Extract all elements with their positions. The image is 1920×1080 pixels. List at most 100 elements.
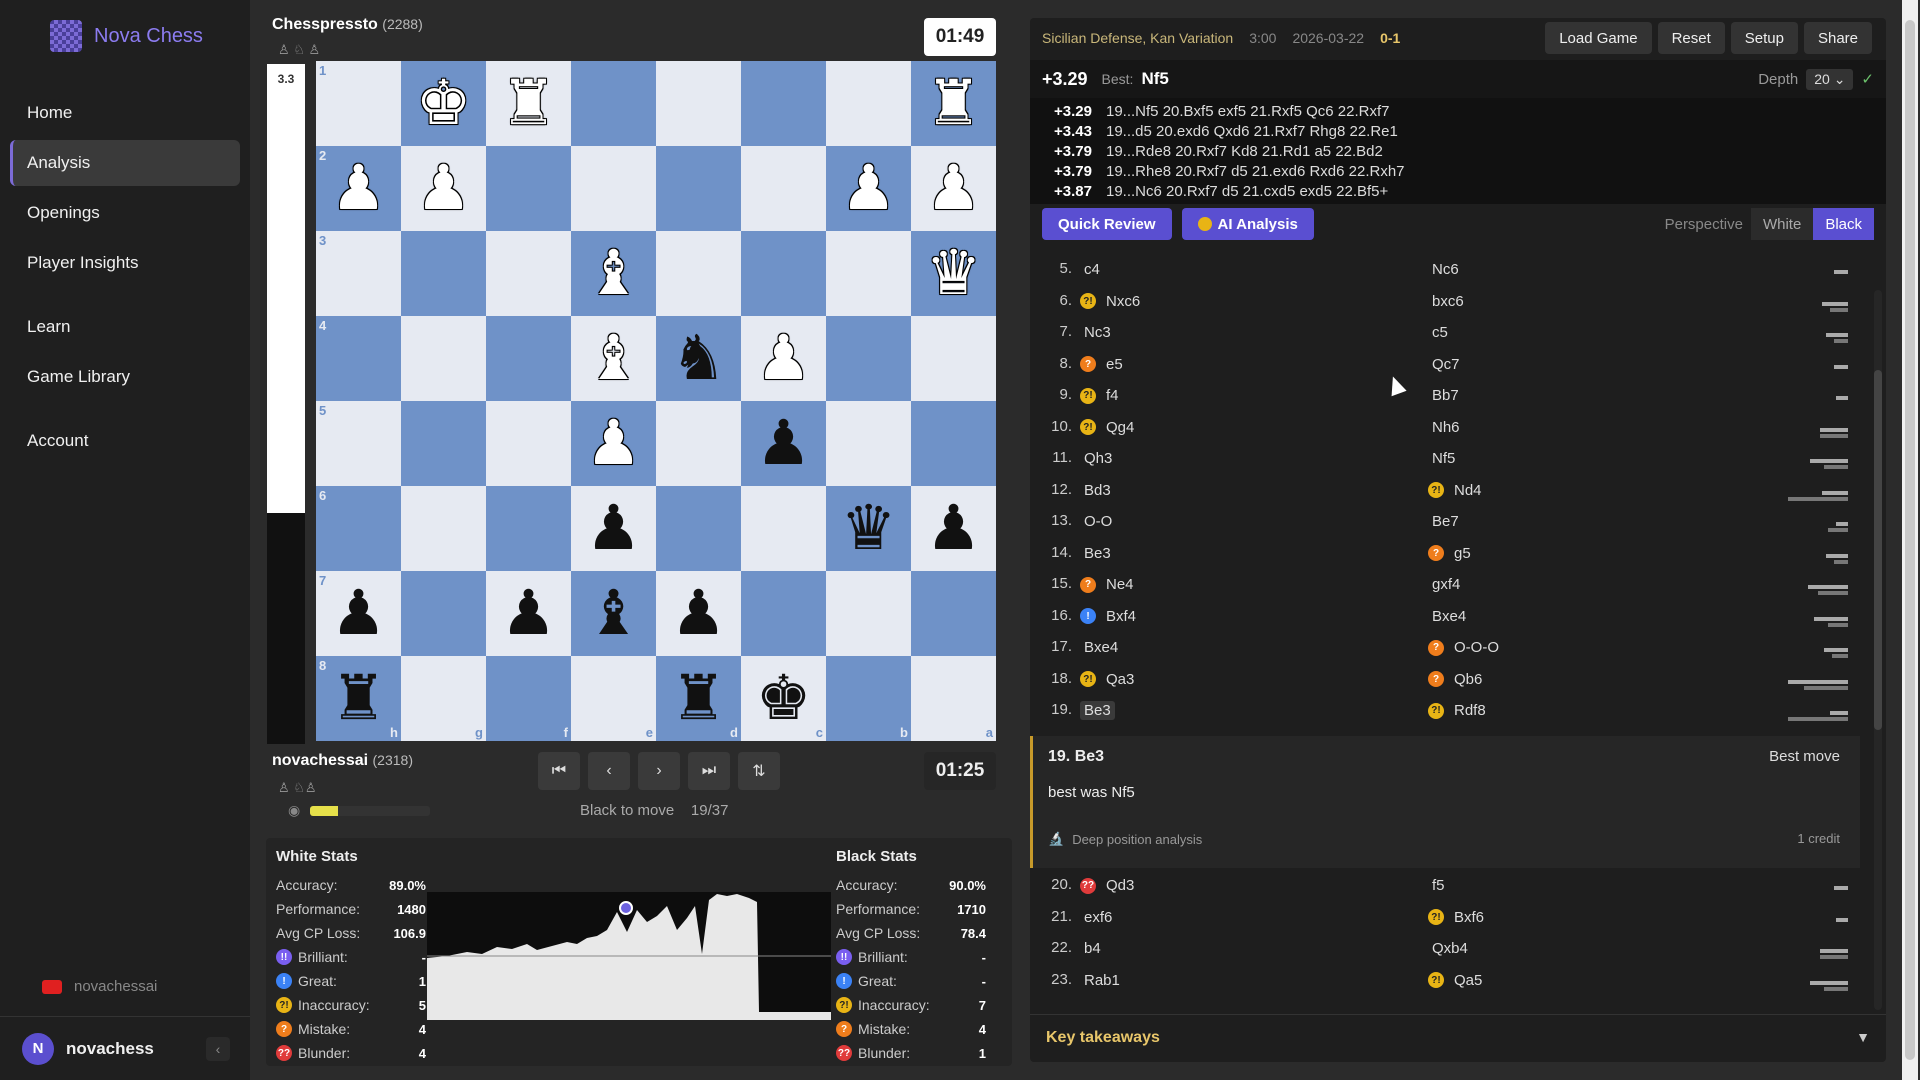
first-move-button[interactable]: ⏮ bbox=[538, 752, 580, 790]
white-move[interactable]: Be3 bbox=[1080, 701, 1115, 720]
black-pawn-piece[interactable]: ♟ bbox=[331, 582, 387, 645]
board-square[interactable] bbox=[486, 401, 571, 486]
white-move[interactable]: Nc3 bbox=[1080, 323, 1115, 342]
board-square[interactable] bbox=[571, 61, 656, 146]
ai-analysis-button[interactable]: AI Analysis bbox=[1181, 208, 1314, 240]
black-pawn-piece[interactable]: ♟ bbox=[671, 582, 727, 645]
board-square[interactable] bbox=[401, 486, 486, 571]
board-square[interactable]: ♟ bbox=[911, 486, 996, 571]
white-bishop-piece[interactable]: ♝ bbox=[586, 242, 642, 305]
board-square[interactable]: 7 ♟ bbox=[316, 571, 401, 656]
white-move[interactable]: O-O bbox=[1080, 512, 1116, 531]
depth-select[interactable]: 20 ⌄ bbox=[1806, 68, 1854, 90]
sidebar-item-home[interactable]: Home bbox=[10, 90, 240, 136]
white-move[interactable]: ?? Qd3 bbox=[1080, 876, 1138, 895]
board-square[interactable] bbox=[911, 571, 996, 656]
white-move[interactable]: ? e5 bbox=[1080, 355, 1127, 374]
board-square[interactable]: ♟ bbox=[486, 571, 571, 656]
white-move[interactable]: c4 bbox=[1080, 260, 1104, 279]
white-rook-piece[interactable]: ♜ bbox=[501, 72, 557, 135]
youtube-channel-link[interactable]: novachessai bbox=[42, 978, 157, 995]
white-move[interactable]: ?! Qg4 bbox=[1080, 418, 1138, 437]
black-move[interactable]: Bxe4 bbox=[1428, 607, 1470, 626]
white-bishop-piece[interactable]: ♝ bbox=[586, 327, 642, 390]
board-square[interactable]: ♟ bbox=[571, 486, 656, 571]
black-knight-piece[interactable]: ♞ bbox=[671, 327, 727, 390]
eval-graph[interactable] bbox=[427, 892, 831, 1020]
sidebar-item-openings[interactable]: Openings bbox=[10, 190, 240, 236]
black-move[interactable]: c5 bbox=[1428, 323, 1452, 342]
white-move[interactable]: ?! Nxc6 bbox=[1080, 292, 1144, 311]
chess-board[interactable]: 1 ♚ ♜ ♜ 2 ♟ ♟ ♟ ♟ 3 ♝ ♛ 4 ♝ ♞ ♟ 5 ♟ ♟ 6 ♟ ♛ ♟ 7 ♟ ♟ ♝ ♟ 8 h ♜ g f e d ♜ c ♚ b a bbox=[316, 61, 996, 741]
black-move[interactable]: Bb7 bbox=[1428, 386, 1463, 405]
brand-logo[interactable]: Nova Chess bbox=[50, 20, 203, 52]
share-button[interactable]: Share bbox=[1803, 22, 1872, 54]
board-square[interactable] bbox=[656, 486, 741, 571]
sidebar-item-analysis[interactable]: Analysis bbox=[10, 140, 240, 186]
black-move[interactable]: Qxb4 bbox=[1428, 939, 1472, 958]
black-move[interactable]: Nf5 bbox=[1428, 449, 1459, 468]
board-square[interactable]: ♞ bbox=[656, 316, 741, 401]
white-move[interactable]: exf6 bbox=[1080, 908, 1116, 927]
white-pawn-piece[interactable]: ♟ bbox=[841, 157, 897, 220]
white-move[interactable]: Rab1 bbox=[1080, 971, 1124, 990]
board-square[interactable] bbox=[741, 146, 826, 231]
white-pawn-piece[interactable]: ♟ bbox=[416, 157, 472, 220]
board-square[interactable]: ♟ bbox=[656, 571, 741, 656]
white-king-piece[interactable]: ♚ bbox=[416, 72, 472, 135]
board-square[interactable]: 3 bbox=[316, 231, 401, 316]
last-move-button[interactable]: ⏭ bbox=[688, 752, 730, 790]
white-move[interactable]: ? Ne4 bbox=[1080, 575, 1138, 594]
board-square[interactable]: f bbox=[486, 656, 571, 741]
engine-line[interactable]: +3.79 19...Rhe8 20.Rxf7 d5 21.exd6 Rxd6 2… bbox=[1054, 162, 1862, 182]
board-square[interactable] bbox=[401, 571, 486, 656]
window-scrollbar[interactable] bbox=[1902, 0, 1918, 1080]
sidebar-item-player-insights[interactable]: Player Insights bbox=[10, 240, 240, 286]
black-pawn-piece[interactable]: ♟ bbox=[756, 412, 812, 475]
prev-move-button[interactable]: ‹ bbox=[588, 752, 630, 790]
white-pawn-piece[interactable]: ♟ bbox=[756, 327, 812, 390]
black-move[interactable]: ? Qb6 bbox=[1428, 670, 1486, 689]
black-move[interactable]: gxf4 bbox=[1428, 575, 1464, 594]
white-pawn-piece[interactable]: ♟ bbox=[926, 157, 982, 220]
black-king-piece[interactable]: ♚ bbox=[756, 667, 812, 730]
board-square[interactable] bbox=[401, 316, 486, 401]
board-square[interactable]: 1 bbox=[316, 61, 401, 146]
board-square[interactable] bbox=[571, 146, 656, 231]
black-pawn-piece[interactable]: ♟ bbox=[586, 497, 642, 560]
board-square[interactable] bbox=[826, 316, 911, 401]
user-profile[interactable]: N novachess ‹ bbox=[0, 1016, 250, 1080]
board-square[interactable]: ♟ bbox=[741, 316, 826, 401]
board-square[interactable]: ♚ bbox=[401, 61, 486, 146]
board-square[interactable]: 2 ♟ bbox=[316, 146, 401, 231]
reset-button[interactable]: Reset bbox=[1657, 22, 1725, 54]
black-move[interactable]: Be7 bbox=[1428, 512, 1463, 531]
sidebar-item-account[interactable]: Account bbox=[10, 418, 240, 464]
board-square[interactable] bbox=[486, 316, 571, 401]
board-square[interactable]: ♟ bbox=[571, 401, 656, 486]
board-square[interactable]: a bbox=[911, 656, 996, 741]
board-square[interactable]: 8 h ♜ bbox=[316, 656, 401, 741]
black-move[interactable]: ? O-O-O bbox=[1428, 638, 1503, 657]
white-rook-piece[interactable]: ♜ bbox=[926, 72, 982, 135]
move-list-scrollbar[interactable] bbox=[1874, 290, 1882, 1010]
black-move[interactable]: ? g5 bbox=[1428, 544, 1475, 563]
perspective-white-button[interactable]: White bbox=[1750, 208, 1814, 240]
board-square[interactable] bbox=[826, 61, 911, 146]
black-pawn-piece[interactable]: ♟ bbox=[501, 582, 557, 645]
setup-button[interactable]: Setup bbox=[1730, 22, 1798, 54]
board-square[interactable]: ♝ bbox=[571, 571, 656, 656]
board-square[interactable] bbox=[486, 146, 571, 231]
black-move[interactable]: ?! Qa5 bbox=[1428, 971, 1486, 990]
engine-line[interactable]: +3.29 19...Nf5 20.Bxf5 exf5 21.Rxf5 Qc6 2… bbox=[1054, 102, 1862, 122]
engine-line[interactable]: +3.79 19...Rde8 20.Rxf7 Kd8 21.Rd1 a5 22.… bbox=[1054, 142, 1862, 162]
board-square[interactable]: 6 bbox=[316, 486, 401, 571]
black-move[interactable]: ?! Rdf8 bbox=[1428, 701, 1490, 720]
board-square[interactable] bbox=[656, 61, 741, 146]
board-square[interactable]: ♜ bbox=[486, 61, 571, 146]
black-rook-piece[interactable]: ♜ bbox=[671, 667, 727, 730]
black-move[interactable]: Nc6 bbox=[1428, 260, 1463, 279]
white-move[interactable]: Bxe4 bbox=[1080, 638, 1122, 657]
board-square[interactable]: 5 bbox=[316, 401, 401, 486]
board-square[interactable] bbox=[401, 231, 486, 316]
